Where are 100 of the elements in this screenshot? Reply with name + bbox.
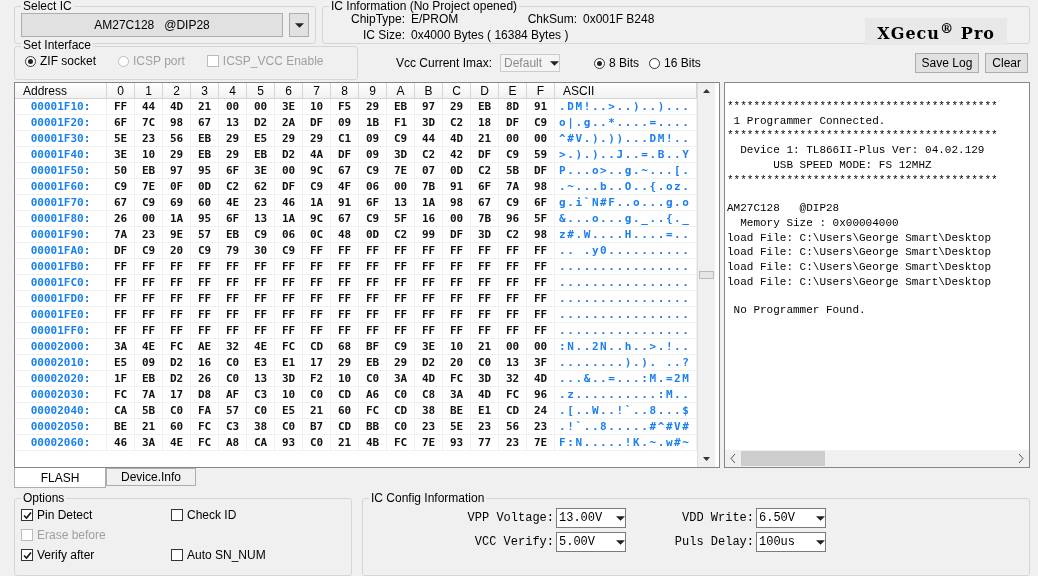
byte-cell: BB — [359, 419, 387, 435]
byte-cell: FF — [163, 259, 191, 275]
byte-cell: D2 — [247, 115, 275, 131]
byte-cell: 56 — [163, 131, 191, 147]
ascii-cell: ................ — [555, 291, 697, 307]
byte-cell: 38 — [247, 419, 275, 435]
byte-cell: FF — [191, 259, 219, 275]
byte-cell: 21 — [471, 131, 499, 147]
clear-button[interactable]: Clear — [985, 53, 1028, 73]
ascii-cell: ................ — [555, 275, 697, 291]
byte-cell: FF — [359, 323, 387, 339]
byte-cell: 6F — [359, 195, 387, 211]
byte-cell: FF — [107, 275, 135, 291]
ascii-cell: &...o...g._..{._ — [555, 211, 697, 227]
byte-cell: FF — [415, 307, 443, 323]
byte-cell: 95 — [191, 163, 219, 179]
ascii-cell: g.i`N#F..o...g.o — [555, 195, 697, 211]
tab[interactable]: Device.Info — [106, 468, 196, 486]
byte-cell: FF — [359, 291, 387, 307]
byte-cell: FF — [303, 307, 331, 323]
byte-cell: 26 — [107, 211, 135, 227]
byte-cell: FF — [275, 291, 303, 307]
byte-cell: 09 — [359, 131, 387, 147]
byte-cell: 4A — [303, 147, 331, 163]
radio-option[interactable]: ZIF socket — [25, 54, 96, 68]
checkbox-option[interactable]: Auto SN_NUM — [171, 548, 321, 562]
byte-cell: DF — [303, 115, 331, 131]
address-cell: 00001FD0: — [15, 291, 107, 307]
byte-cell: CD — [499, 403, 527, 419]
config-select[interactable]: 100us — [756, 532, 826, 552]
byte-cell: 6F — [219, 163, 247, 179]
log-line: ***************************************** — [727, 99, 998, 114]
dropdown-button[interactable] — [289, 13, 309, 37]
checkbox-option[interactable]: Pin Detect — [21, 508, 171, 522]
byte-cell: 93 — [275, 435, 303, 451]
byte-cell: 0D — [443, 163, 471, 179]
checkbox-option[interactable]: Check ID — [171, 508, 321, 522]
byte-cell: 29 — [387, 355, 415, 371]
column-header: 9 — [359, 83, 387, 99]
byte-cell: 29 — [219, 147, 247, 163]
byte-cell: D2 — [275, 147, 303, 163]
byte-cell: 07 — [415, 163, 443, 179]
byte-cell: 29 — [275, 131, 303, 147]
byte-cell: DF — [471, 147, 499, 163]
radio-option[interactable]: 8 Bits — [594, 56, 640, 70]
scroll-thumb[interactable] — [741, 451, 825, 466]
byte-cell: FF — [471, 275, 499, 291]
byte-cell: DF — [275, 179, 303, 195]
config-select[interactable]: 5.00V — [556, 532, 626, 552]
byte-cell: 67 — [107, 195, 135, 211]
byte-cell: 98 — [527, 179, 555, 195]
tab[interactable]: FLASH — [14, 468, 106, 488]
byte-cell: 3D — [415, 115, 443, 131]
log-line: USB SPEED MODE: FS 12MHZ — [772, 157, 932, 173]
dropdown-arrow-icon — [616, 539, 625, 545]
byte-cell: C9 — [135, 243, 163, 259]
byte-cell: 5B — [499, 163, 527, 179]
chip-type-label: ChipType: — [349, 12, 405, 26]
byte-cell: FC — [191, 435, 219, 451]
byte-cell: FF — [163, 307, 191, 323]
byte-cell: 9C — [303, 163, 331, 179]
ascii-cell: ^#V.).))...DM!.. — [555, 131, 697, 147]
byte-cell: E3 — [247, 355, 275, 371]
horizontal-scrollbar[interactable] — [725, 450, 1029, 467]
byte-cell: 91 — [331, 195, 359, 211]
byte-cell: 4B — [359, 435, 387, 451]
radio-option[interactable]: 16 Bits — [649, 56, 701, 70]
byte-cell: AE — [191, 339, 219, 355]
byte-cell: 4E — [135, 339, 163, 355]
byte-cell: EB — [191, 147, 219, 163]
scroll-thumb[interactable] — [699, 271, 714, 279]
byte-cell: CA — [107, 403, 135, 419]
byte-cell: 69 — [163, 195, 191, 211]
address-cell: 00001F20: — [15, 115, 107, 131]
config-select[interactable]: 13.00V — [556, 508, 626, 528]
byte-cell: 00 — [247, 99, 275, 115]
byte-cell: FF — [303, 323, 331, 339]
address-cell: 00002040: — [15, 403, 107, 419]
checkbox-option[interactable]: Verify after — [21, 548, 171, 562]
vcc-imax-label: Vcc Current Imax: — [396, 56, 493, 70]
column-header: A — [387, 83, 415, 99]
address-cell: 00001F40: — [15, 147, 107, 163]
vertical-scrollbar[interactable] — [697, 83, 715, 467]
ascii-cell: F:N.....!K.~.w#~ — [555, 435, 697, 451]
ic-name-field[interactable]: AM27C128 @DIP28 — [21, 13, 283, 37]
byte-cell: FF — [219, 291, 247, 307]
config-label: VPP Voltage: — [467, 511, 554, 525]
byte-cell: 5E — [107, 131, 135, 147]
save-log-button[interactable]: Save Log — [914, 53, 980, 73]
byte-cell: 09 — [359, 147, 387, 163]
log-line: load File: C:\Users\George Smart\Desktop — [727, 274, 992, 290]
byte-cell: 4F — [331, 179, 359, 195]
check-icon — [22, 510, 32, 520]
byte-cell: 42 — [443, 147, 471, 163]
byte-cell: E1 — [275, 355, 303, 371]
byte-cell: FF — [275, 307, 303, 323]
config-select[interactable]: 6.50V — [756, 508, 826, 528]
group-title: IC Config Information — [370, 492, 486, 504]
byte-cell: FF — [247, 275, 275, 291]
byte-cell: FF — [359, 275, 387, 291]
